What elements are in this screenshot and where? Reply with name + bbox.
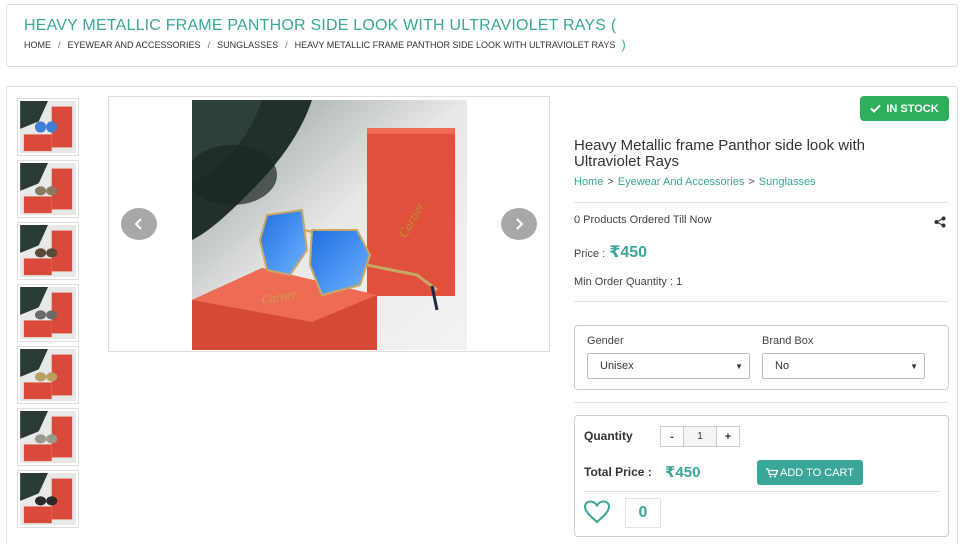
product-crumb-eyewear[interactable]: Eyewear And Accessories	[618, 176, 745, 188]
gender-label: Gender	[587, 335, 624, 347]
thumbnail-5[interactable]	[17, 346, 79, 404]
brand-box-label: Brand Box	[762, 335, 814, 347]
gallery-next-button[interactable]	[501, 208, 537, 240]
price-value: ₹450	[609, 244, 648, 261]
brand-box-select[interactable]: No ▼	[762, 353, 925, 379]
gallery-prev-button[interactable]	[121, 208, 157, 240]
page-title: HEAVY METALLIC FRAME PANTHOR SIDE LOOK W…	[24, 17, 617, 34]
main-image-frame: Cartier Cartier	[108, 96, 550, 352]
breadcrumb-eyewear[interactable]: EYEWEAR AND ACCESSORIES	[68, 40, 201, 50]
options-panel: Gender Unisex ▼ Brand Box No ▼	[574, 325, 949, 390]
caret-down-icon: ▼	[735, 362, 743, 371]
quantity-increase-button[interactable]: +	[716, 426, 740, 447]
thumbnail-7[interactable]	[17, 470, 79, 528]
stock-status-label: IN STOCK	[886, 102, 939, 115]
breadcrumb-separator: /	[207, 39, 211, 50]
total-price-value: ₹450	[665, 464, 701, 481]
thumbnail-strip	[17, 98, 81, 532]
divider	[574, 301, 949, 302]
product-title: Heavy Metallic frame Panthor side look w…	[574, 137, 865, 170]
breadcrumb-separator: /	[58, 39, 61, 50]
wishlist-count: 0	[625, 498, 661, 528]
thumbnail-4[interactable]	[17, 284, 79, 342]
heart-icon[interactable]	[583, 499, 611, 525]
add-to-cart-button[interactable]: ADD TO CART	[757, 460, 863, 485]
page-header: HEAVY METALLIC FRAME PANTHOR SIDE LOOK W…	[6, 4, 958, 67]
gender-select[interactable]: Unisex ▼	[587, 353, 750, 379]
cart-icon	[766, 467, 779, 477]
caret-down-icon: ▼	[910, 362, 918, 371]
divider	[574, 202, 949, 203]
brand-box-selected-value: No	[775, 360, 790, 372]
thumbnail-2[interactable]	[17, 160, 79, 218]
product-crumb-sunglasses[interactable]: Sunglasses	[759, 176, 816, 188]
ordered-count-text: 0 Products Ordered Till Now	[574, 214, 712, 226]
min-order-text: Min Order Quantity : 1	[574, 276, 683, 288]
total-price-label: Total Price :	[584, 465, 652, 479]
quantity-label: Quantity	[584, 429, 633, 443]
product-crumb-home[interactable]: Home	[574, 176, 603, 188]
product-main-image: Cartier Cartier	[192, 100, 467, 350]
breadcrumb-current: HEAVY METALLIC FRAME PANTHOR SIDE LOOK W…	[294, 39, 616, 50]
chevron-right-icon	[516, 218, 524, 230]
check-icon	[870, 104, 882, 113]
quantity-decrease-button[interactable]: -	[660, 426, 684, 447]
quantity-stepper: - 1 +	[660, 426, 740, 447]
divider	[584, 491, 940, 492]
share-icon[interactable]	[934, 216, 946, 228]
breadcrumb-sunglasses[interactable]: SUNGLASSES	[217, 40, 278, 50]
quantity-input[interactable]: 1	[684, 426, 716, 447]
thumbnail-6[interactable]	[17, 408, 79, 466]
crumb-separator: >	[607, 176, 614, 188]
product-breadcrumb: Home > Eyewear And Accessories > Sunglasses	[574, 176, 816, 188]
gender-selected-value: Unisex	[600, 360, 634, 372]
breadcrumb-separator: /	[285, 39, 288, 50]
divider	[574, 402, 949, 403]
breadcrumb-home[interactable]: HOME	[24, 40, 51, 50]
breadcrumb: HOME / EYEWEAR AND ACCESSORIES / SUNGLAS…	[24, 37, 626, 52]
thumbnail-1[interactable]	[17, 98, 79, 156]
stock-status-badge: IN STOCK	[860, 96, 949, 121]
price-label: Price :	[574, 248, 606, 260]
breadcrumb-close-paren: )	[621, 37, 626, 52]
cart-panel: Quantity - 1 + Total Price : ₹450 ADD TO…	[574, 415, 949, 537]
thumbnail-3[interactable]	[17, 222, 79, 280]
crumb-separator: >	[748, 176, 755, 188]
chevron-left-icon	[134, 218, 142, 230]
price-row: Price : ₹450	[574, 242, 647, 262]
add-to-cart-label: ADD TO CART	[780, 466, 854, 479]
